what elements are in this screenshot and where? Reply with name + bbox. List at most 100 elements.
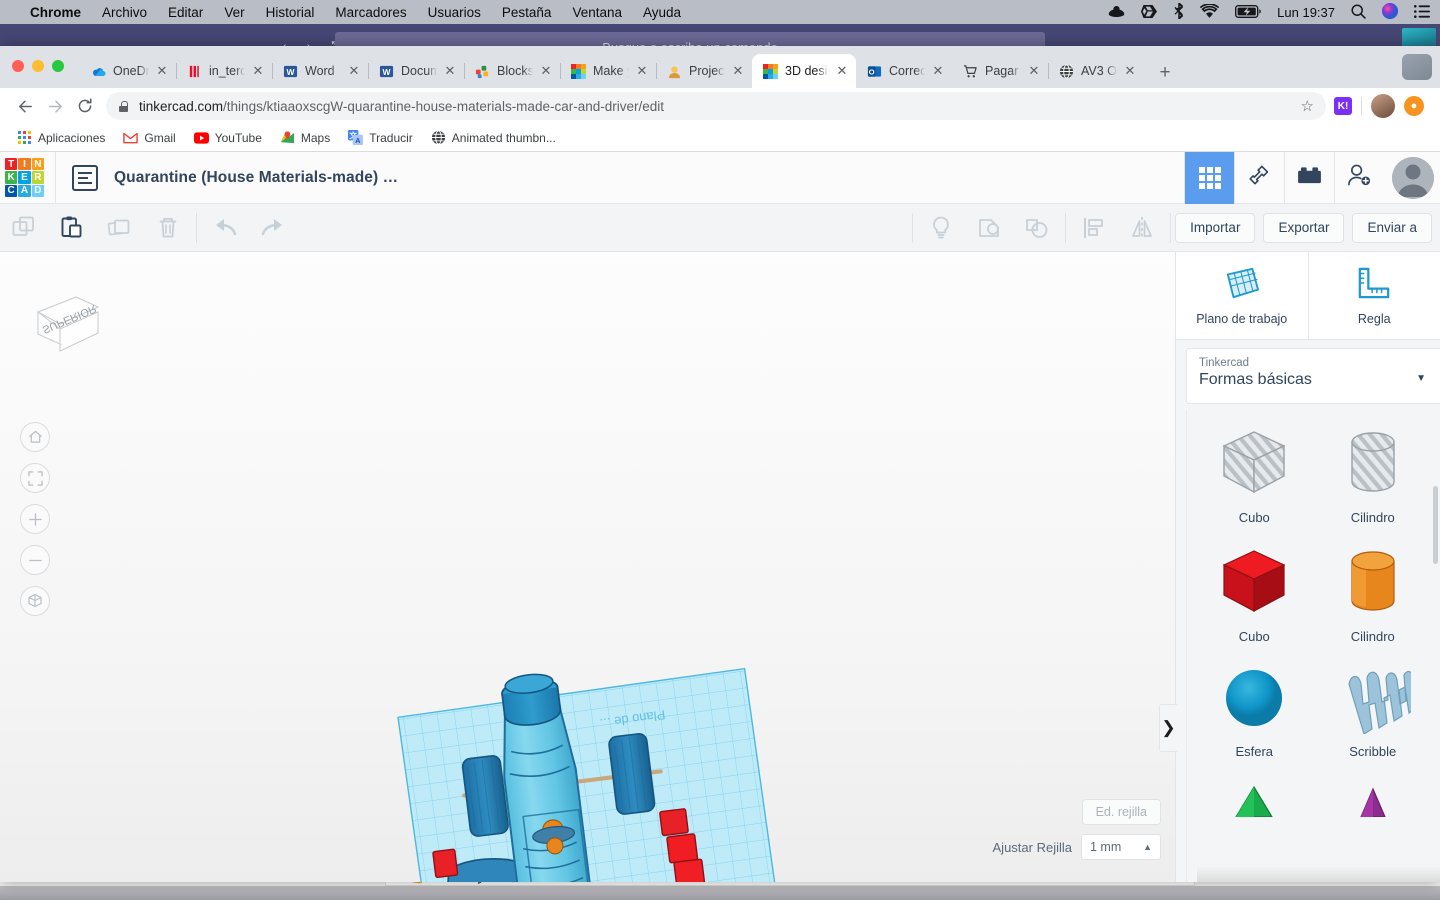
hat-icon[interactable] <box>1108 5 1125 20</box>
close-icon[interactable]: ✕ <box>732 63 744 79</box>
scrollbar-thumb[interactable] <box>1433 486 1438 564</box>
trash-icon[interactable] <box>144 204 192 252</box>
user-avatar[interactable] <box>1392 156 1434 199</box>
maximize-window-button[interactable] <box>52 60 64 72</box>
import-button[interactable]: Importar <box>1175 212 1256 243</box>
menu-item-ventana[interactable]: Ventana <box>572 5 622 20</box>
send-to-button[interactable]: Enviar a <box>1352 212 1432 243</box>
menu-item-ayuda[interactable]: Ayuda <box>643 5 681 20</box>
menu-item-marcadores[interactable]: Marcadores <box>335 5 406 20</box>
close-icon[interactable]: ✕ <box>348 63 360 79</box>
redo-arrow-icon[interactable] <box>249 204 297 252</box>
avatar[interactable] <box>1371 94 1395 118</box>
address-bar[interactable]: tinkercad.com/things/ktiaaoxscgW-quarant… <box>106 92 1326 120</box>
bookmark-youtube[interactable]: YouTube <box>187 127 269 148</box>
shape-item-scribble[interactable]: Scribble <box>1314 662 1433 759</box>
kahoot-extension-icon[interactable]: K! <box>1334 97 1352 115</box>
menu-item-usuarios[interactable]: Usuarios <box>428 5 481 20</box>
design-canvas[interactable]: SUPERIOR Plano de ... Ed. rejilla Ajusta… <box>0 252 1175 882</box>
close-icon[interactable]: ✕ <box>1028 63 1040 79</box>
close-icon[interactable]: ✕ <box>636 63 648 79</box>
bookmark-gmail[interactable]: Gmail <box>116 127 182 148</box>
invite-people-button[interactable] <box>1334 151 1384 204</box>
paste-icon[interactable] <box>48 204 96 252</box>
designs-grid-button[interactable] <box>1184 151 1234 204</box>
design-list-icon[interactable] <box>72 164 98 191</box>
battery-charging-icon[interactable] <box>1235 4 1261 20</box>
shape-list[interactable]: Cubo Cilindro Cubo Cilindro Esfera Scrib… <box>1186 410 1440 882</box>
bookmark-maps[interactable]: Maps <box>273 127 337 148</box>
bookmark-aplicaciones[interactable]: Aplicaciones <box>10 127 112 148</box>
tab-3d-design[interactable]: 3D design ✕ <box>752 54 856 88</box>
close-icon[interactable]: ✕ <box>540 63 552 79</box>
close-icon[interactable]: ✕ <box>932 63 944 79</box>
copy-icon[interactable] <box>0 204 48 252</box>
3d-model-scene[interactable]: Plano de ... <box>0 252 1175 882</box>
lightbulb-icon[interactable] <box>917 204 965 252</box>
bookmark-traducir[interactable]: 文A Traducir <box>341 127 420 148</box>
shape-item-solid-cube[interactable]: Cubo <box>1195 543 1314 644</box>
close-icon[interactable]: ✕ <box>1124 63 1136 79</box>
menu-item-chrome[interactable]: Chrome <box>30 5 81 20</box>
tab-av3-online[interactable]: AV3 Onlin ✕ <box>1048 54 1144 88</box>
unity-icon[interactable] <box>1141 4 1158 21</box>
tab-blockscad[interactable]: BlocksCAD ✕ <box>464 54 561 88</box>
shape-item-pyramid[interactable] <box>1195 777 1314 827</box>
minimize-window-button[interactable] <box>32 60 44 72</box>
ungroup-shapes-icon[interactable] <box>1013 204 1061 252</box>
shape-item-solid-cylinder[interactable]: Cilindro <box>1314 543 1433 644</box>
close-icon[interactable]: ✕ <box>252 63 264 79</box>
close-icon[interactable]: ✕ <box>156 63 168 79</box>
reload-icon[interactable] <box>70 91 100 121</box>
align-icon[interactable] <box>1070 204 1118 252</box>
macos-dock[interactable] <box>0 886 1440 900</box>
wifi-icon[interactable] <box>1200 3 1220 20</box>
tinkercad-logo[interactable]: T I N K E R C A D <box>2 155 47 200</box>
extension-orange-icon[interactable]: ● <box>1404 96 1424 116</box>
undo-arrow-icon[interactable] <box>201 204 249 252</box>
tab-documento[interactable]: W Documen ✕ <box>368 54 465 88</box>
edit-grid-button[interactable]: Ed. rejilla <box>1081 799 1161 825</box>
spotlight-search-icon[interactable] <box>1351 3 1366 21</box>
group-shapes-icon[interactable] <box>965 204 1013 252</box>
close-window-button[interactable] <box>12 60 24 72</box>
panel-collapse-button[interactable]: ❯ <box>1159 704 1177 752</box>
panel-scrollbar[interactable] <box>1433 420 1438 876</box>
forward-arrow-icon[interactable] <box>40 91 70 121</box>
menu-item-ver[interactable]: Ver <box>224 5 244 20</box>
window-controls[interactable] <box>12 60 64 72</box>
tab-pagar[interactable]: Pagar ✕ <box>952 54 1049 88</box>
back-arrow-icon[interactable] <box>10 91 40 121</box>
export-button[interactable]: Exportar <box>1263 212 1345 243</box>
blocks-button[interactable] <box>1284 151 1334 204</box>
codeblocks-button[interactable] <box>1234 151 1284 204</box>
workplane-tool[interactable]: Plano de trabajo <box>1176 252 1308 339</box>
shape-item-hole-cube[interactable]: Cubo <box>1195 424 1314 525</box>
mirror-icon[interactable] <box>1118 204 1166 252</box>
menubar-clock[interactable]: Lun 19:37 <box>1277 5 1335 20</box>
bookmark-star-icon[interactable]: ☆ <box>1301 97 1314 115</box>
new-tab-button[interactable]: + <box>1152 62 1178 84</box>
menu-item-archivo[interactable]: Archivo <box>102 5 147 20</box>
tab-make-you[interactable]: Make you ✕ <box>560 54 657 88</box>
shape-item-cone[interactable] <box>1314 777 1433 827</box>
bluetooth-icon[interactable] <box>1174 1 1184 21</box>
menu-item-historial[interactable]: Historial <box>266 5 315 20</box>
page-title[interactable]: Quarantine (House Materials-made) … <box>114 169 398 187</box>
bookmark-animated-thumbnail[interactable]: Animated thumbn... <box>424 127 563 148</box>
menu-item-editar[interactable]: Editar <box>168 5 203 20</box>
close-icon[interactable]: ✕ <box>444 63 456 79</box>
snap-grid-select[interactable]: 1 mm ▲ <box>1081 834 1161 860</box>
shape-item-hole-cylinder[interactable]: Cilindro <box>1314 424 1433 525</box>
tab-correo[interactable]: O Correo: E ✕ <box>856 54 952 88</box>
shape-library-selector[interactable]: Tinkercad Formas básicas ▼ <box>1186 348 1440 404</box>
shape-item-sphere[interactable]: Esfera <box>1195 662 1314 759</box>
profile-avatar[interactable] <box>1402 54 1432 80</box>
siri-icon[interactable] <box>1382 3 1398 21</box>
duplicate-icon[interactable] <box>96 204 144 252</box>
ruler-tool[interactable]: Regla <box>1309 252 1440 339</box>
control-center-icon[interactable] <box>1414 4 1430 20</box>
menu-item-pestana[interactable]: Pestaña <box>502 5 552 20</box>
chevron-down-icon[interactable]: ▼ <box>1416 373 1426 384</box>
tab-in-tercero[interactable]: in_tercero ✕ <box>176 54 273 88</box>
